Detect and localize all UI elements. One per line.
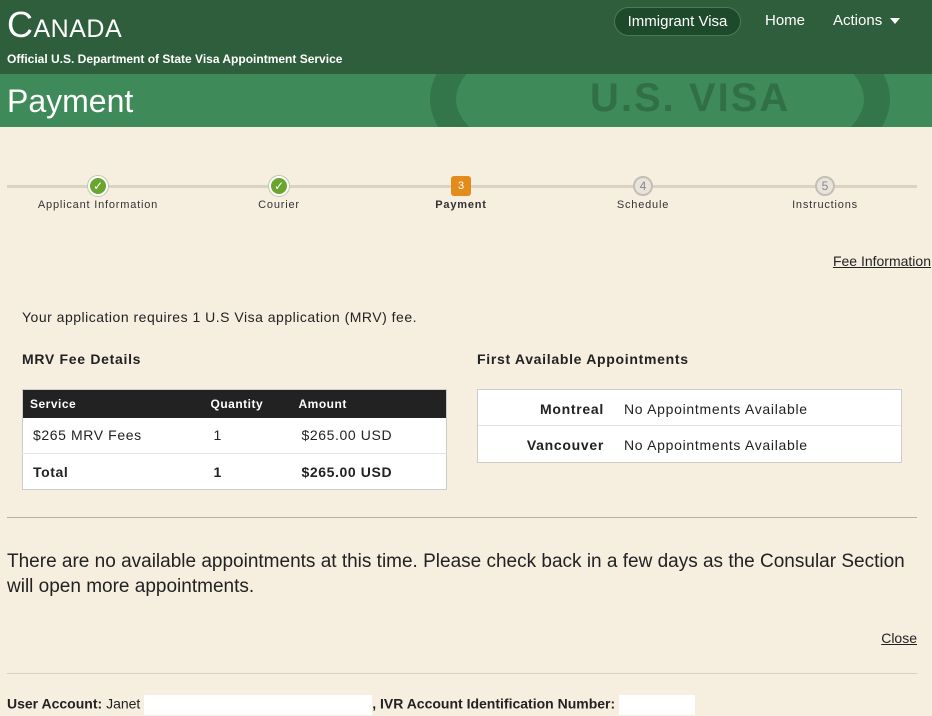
table-header-row: Service Quantity Amount [22, 389, 447, 418]
section-divider [7, 517, 917, 518]
cell-total-quantity: 1 [213, 463, 222, 480]
checkmark-icon: ✓ [269, 176, 289, 196]
step-courier: ✓ Courier [189, 176, 369, 211]
column-header-amount: Amount [291, 389, 447, 418]
appointment-row: Vancouver No Appointments Available [478, 426, 901, 462]
step-label: Schedule [616, 199, 670, 211]
step-payment: 3 Payment [371, 176, 551, 211]
user-name: Janet [106, 695, 141, 712]
checkmark-icon: ✓ [88, 176, 108, 196]
mrv-fee-heading: MRV Fee Details [22, 351, 142, 367]
chevron-down-icon [890, 18, 901, 25]
ivr-label: , IVR Account Identification Number: [372, 695, 616, 712]
cell-total-amount: $265.00 USD [301, 463, 393, 480]
step-label: Payment [435, 199, 487, 211]
table-row: $265 MRV Fees 1 $265.00 USD [22, 417, 447, 454]
step-label: Instructions [792, 199, 858, 211]
appointment-row: Montreal No Appointments Available [478, 390, 901, 426]
nav-immigrant-visa[interactable]: Immigrant Visa [614, 7, 741, 36]
watermark-text: U.S. VISA [590, 76, 791, 120]
close-link[interactable]: Close [881, 630, 917, 646]
step-number: 5 [815, 176, 835, 196]
step-schedule: 4 Schedule [553, 176, 733, 211]
no-appointments-notice: There are no available appointments at t… [7, 551, 905, 597]
nav-home-link[interactable]: Home [765, 12, 805, 29]
account-footer: User Account: Janet , IVR Account Identi… [7, 695, 696, 715]
nav-actions-menu[interactable]: Actions [833, 12, 901, 29]
step-number-current: 3 [451, 176, 471, 196]
column-header-service: Service [22, 389, 204, 418]
cell-total-label: Total [33, 463, 69, 480]
top-header: Canada Official U.S. Department of State… [0, 0, 932, 74]
table-total-row: Total 1 $265.00 USD [23, 454, 447, 490]
country-title: Canada [7, 4, 123, 45]
step-label: Applicant Information [37, 199, 159, 211]
page-title: Payment [7, 83, 134, 119]
service-subtitle: Official U.S. Department of State Visa A… [7, 52, 343, 66]
step-instructions: 5 Instructions [735, 176, 915, 211]
user-account-label: User Account: [7, 695, 103, 712]
mrv-fee-table: Service Quantity Amount $265 MRV Fees 1 … [22, 389, 447, 490]
requirement-text: Your application requires 1 U.S Visa app… [22, 309, 417, 325]
column-header-quantity: Quantity [203, 389, 292, 418]
redacted-ivr-number [619, 695, 696, 715]
appointment-city: Vancouver [526, 437, 604, 453]
fee-information-link[interactable]: Fee Information [833, 253, 931, 269]
footer-divider [7, 673, 917, 674]
step-number: 4 [633, 176, 653, 196]
step-label: Courier [258, 199, 300, 211]
page-title-bar: U.S. VISA Payment [0, 74, 932, 127]
cell-amount: $265.00 USD [291, 417, 447, 454]
nav-actions-label: Actions [833, 12, 883, 29]
cell-service: $265 MRV Fees [22, 417, 204, 454]
step-applicant-information: ✓ Applicant Information [8, 176, 188, 211]
appointments-heading: First Available Appointments [477, 351, 689, 367]
cell-quantity: 1 [203, 417, 292, 454]
appointment-status: No Appointments Available [624, 401, 808, 417]
appointment-city: Montreal [540, 401, 604, 417]
appointments-table: Montreal No Appointments Available Vanco… [477, 389, 902, 463]
redacted-name [144, 695, 373, 715]
appointment-status: No Appointments Available [624, 437, 808, 453]
